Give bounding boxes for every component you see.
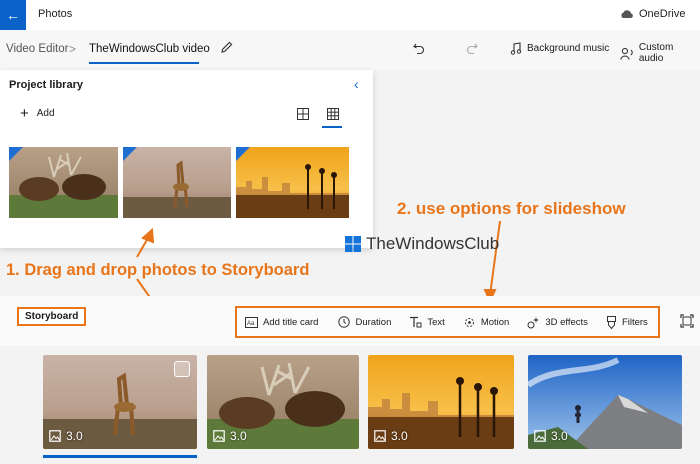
text-button[interactable]: Text: [409, 316, 445, 328]
storyboard-card-mountain[interactable]: 3.0: [528, 355, 682, 449]
annotation-step-1: 1. Drag and drop photos to Storyboard: [6, 261, 310, 279]
card-duration-value: 3.0: [230, 429, 247, 443]
watermark-text: TheWindowsClub: [366, 234, 500, 253]
add-title-card-label: Add title card: [263, 316, 319, 328]
image-icon: [213, 430, 225, 442]
storyboard-card-giraffe[interactable]: 3.0: [43, 355, 197, 449]
motion-label: Motion: [480, 316, 510, 328]
motion-button[interactable]: Motion: [463, 316, 510, 329]
text-label: Text: [427, 316, 445, 328]
3d-effects-label: 3D effects: [545, 316, 588, 328]
image-icon: [49, 430, 61, 442]
clock-icon: [338, 316, 351, 328]
title-card-icon: Aa: [245, 316, 258, 328]
duration-button[interactable]: Duration: [338, 316, 391, 328]
card-duration: 3.0: [213, 429, 247, 443]
3d-effects-icon: [527, 316, 540, 328]
3d-effects-button[interactable]: 3D effects: [527, 316, 588, 329]
storyboard-options: Aa Add title card Duration Text Motion 3…: [235, 306, 660, 338]
duration-label: Duration: [355, 316, 392, 328]
filter-icon: [606, 315, 616, 329]
fullscreen-icon[interactable]: [680, 314, 694, 328]
filters-button[interactable]: Filters: [606, 315, 648, 329]
card-duration: 3.0: [374, 429, 408, 443]
filters-label: Filters: [621, 316, 648, 328]
image-icon: [374, 430, 386, 442]
watermark: TheWindowsClub: [344, 234, 499, 254]
text-icon: [410, 316, 422, 328]
storyboard-card-deer[interactable]: 3.0: [207, 355, 359, 449]
windows-club-logo-icon: [345, 236, 361, 252]
annotation-step-2: 2. use options for slideshow: [397, 199, 626, 218]
card-duration-value: 3.0: [551, 429, 568, 443]
image-icon: [534, 430, 546, 442]
storyboard-card-city-sunset[interactable]: 3.0: [368, 355, 514, 449]
motion-icon: [464, 317, 474, 327]
card-duration: 3.0: [534, 429, 568, 443]
selected-card-indicator: [43, 455, 197, 458]
add-title-card-button[interactable]: Aa Add title card: [245, 316, 319, 328]
storyboard-label: Storyboard: [17, 307, 87, 326]
card-duration-value: 3.0: [66, 429, 83, 443]
selection-checkbox[interactable]: [174, 361, 190, 377]
card-duration-value: 3.0: [391, 429, 408, 443]
card-duration: 3.0: [49, 429, 83, 443]
svg-text:Aa: Aa: [247, 321, 255, 327]
